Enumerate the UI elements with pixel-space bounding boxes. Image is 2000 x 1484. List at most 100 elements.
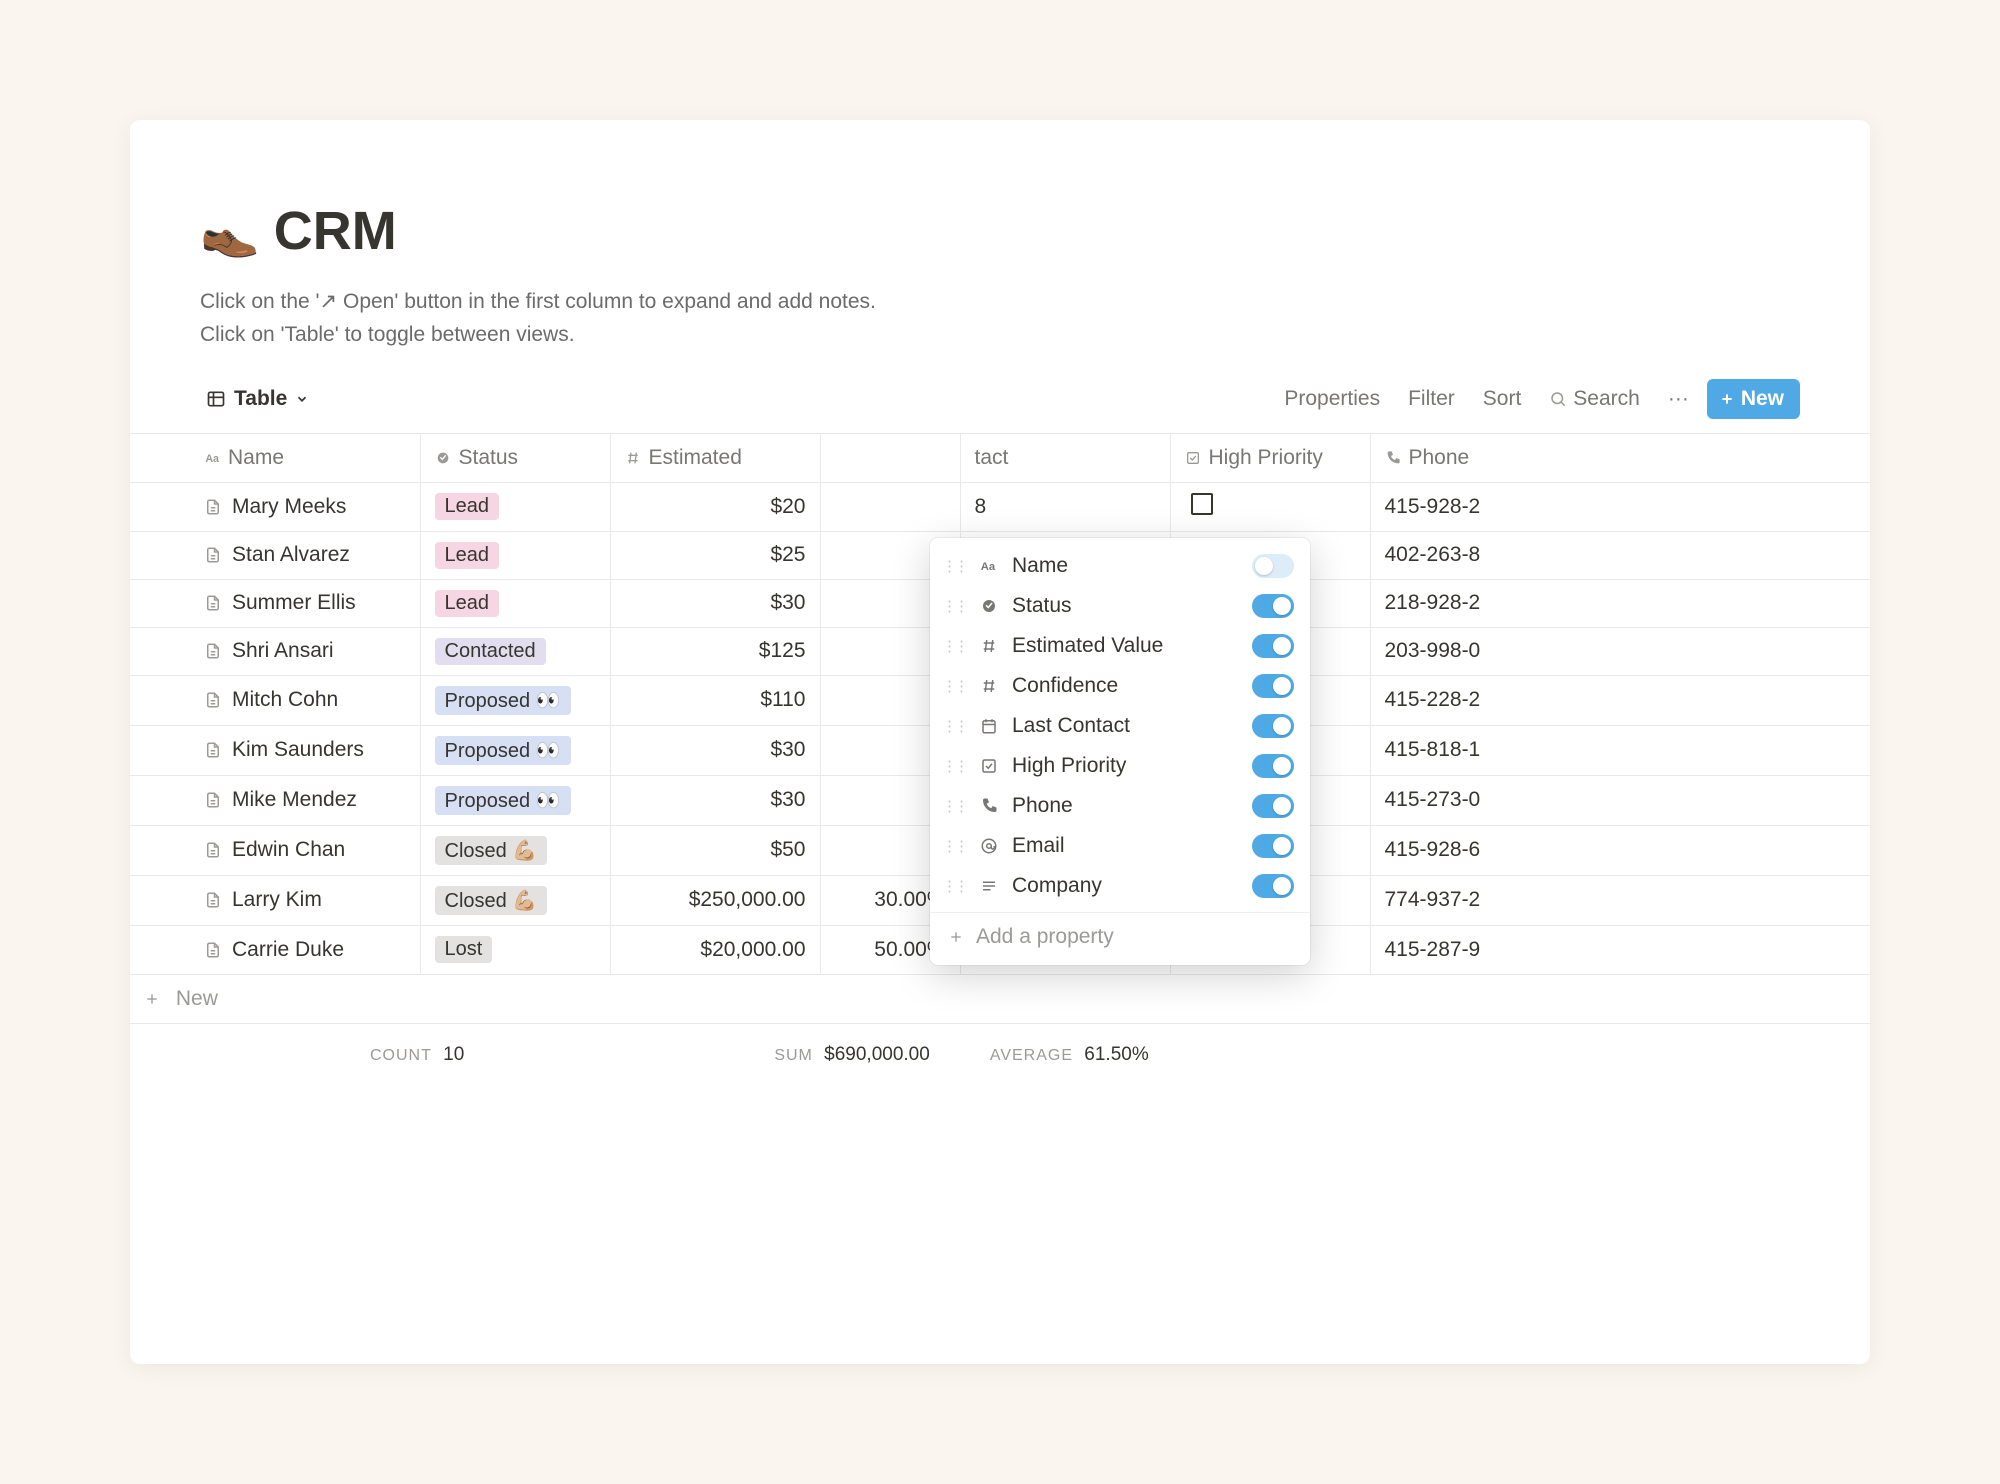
name-cell[interactable]: Edwin Chan bbox=[130, 825, 420, 875]
property-item[interactable]: ⋮⋮Confidence bbox=[930, 666, 1310, 706]
view-switcher[interactable]: Table bbox=[200, 381, 315, 417]
estimated-cell[interactable]: $125 bbox=[610, 627, 820, 675]
drag-handle-icon[interactable]: ⋮⋮ bbox=[942, 557, 966, 575]
properties-button[interactable]: Properties bbox=[1274, 381, 1390, 417]
property-toggle[interactable] bbox=[1252, 634, 1294, 658]
status-cell[interactable]: Lost bbox=[420, 925, 610, 974]
status-cell[interactable]: Contacted bbox=[420, 627, 610, 675]
column-label: Phone bbox=[1409, 446, 1470, 469]
property-toggle[interactable] bbox=[1252, 874, 1294, 898]
drag-handle-icon[interactable]: ⋮⋮ bbox=[942, 637, 966, 655]
status-cell[interactable]: Proposed 👀 bbox=[420, 675, 610, 725]
drag-handle-icon[interactable]: ⋮⋮ bbox=[942, 797, 966, 815]
property-item[interactable]: ⋮⋮ Last Contact bbox=[930, 706, 1310, 746]
name-cell[interactable]: Stan Alvarez bbox=[130, 531, 420, 579]
property-item[interactable]: ⋮⋮High Priority bbox=[930, 746, 1310, 786]
name-cell[interactable]: Kim Saunders bbox=[130, 725, 420, 775]
drag-handle-icon[interactable]: ⋮⋮ bbox=[942, 677, 966, 695]
estimated-cell[interactable]: $20 bbox=[610, 482, 820, 531]
drag-handle-icon[interactable]: ⋮⋮ bbox=[942, 837, 966, 855]
status-cell[interactable]: Proposed 👀 bbox=[420, 725, 610, 775]
property-toggle[interactable] bbox=[1252, 834, 1294, 858]
name-cell[interactable]: Carrie Duke bbox=[130, 925, 420, 974]
phone-cell[interactable]: 415-928-6 bbox=[1370, 825, 1870, 875]
phone-cell[interactable]: 415-818-1 bbox=[1370, 725, 1870, 775]
phone-cell[interactable]: 415-228-2 bbox=[1370, 675, 1870, 725]
property-toggle[interactable] bbox=[1252, 594, 1294, 618]
property-toggle[interactable] bbox=[1252, 674, 1294, 698]
status-cell[interactable]: Lead bbox=[420, 482, 610, 531]
status-cell[interactable]: Lead bbox=[420, 531, 610, 579]
property-toggle[interactable] bbox=[1252, 554, 1294, 578]
estimated-cell[interactable]: $110 bbox=[610, 675, 820, 725]
name-cell[interactable]: Mike Mendez bbox=[130, 775, 420, 825]
contact-cell[interactable]: 8 bbox=[960, 482, 1170, 531]
property-toggle[interactable] bbox=[1252, 754, 1294, 778]
column-header-priority[interactable]: High Priority bbox=[1170, 434, 1370, 482]
app-window: 👞 CRM Click on the '↗ Open' button in th… bbox=[130, 120, 1870, 1364]
estimated-cell[interactable]: $30 bbox=[610, 579, 820, 627]
estimated-cell[interactable]: $30 bbox=[610, 725, 820, 775]
phone-cell[interactable]: 415-928-2 bbox=[1370, 482, 1870, 531]
page-icon bbox=[204, 941, 222, 959]
database-toolbar: Table Properties Filter Sort Search ··· … bbox=[130, 379, 1870, 433]
property-label: Last Contact bbox=[1012, 714, 1240, 738]
property-item[interactable]: ⋮⋮Estimated Value bbox=[930, 626, 1310, 666]
text-icon: Aa bbox=[978, 557, 1000, 575]
name-text: Carrie Duke bbox=[232, 938, 344, 961]
drag-handle-icon[interactable]: ⋮⋮ bbox=[942, 597, 966, 615]
estimated-cell[interactable]: $20,000.00 bbox=[610, 925, 820, 974]
column-header-contact[interactable]: tact bbox=[960, 434, 1170, 482]
column-header-confidence[interactable] bbox=[820, 434, 960, 482]
phone-cell[interactable]: 402-263-8 bbox=[1370, 531, 1870, 579]
property-item[interactable]: ⋮⋮Phone bbox=[930, 786, 1310, 826]
new-row[interactable]: New bbox=[130, 974, 1870, 1023]
phone-cell[interactable]: 218-928-2 bbox=[1370, 579, 1870, 627]
property-item[interactable]: ⋮⋮Company bbox=[930, 866, 1310, 906]
column-header-name[interactable]: AaName bbox=[130, 434, 420, 482]
phone-cell[interactable]: 203-998-0 bbox=[1370, 627, 1870, 675]
sort-button[interactable]: Sort bbox=[1473, 381, 1532, 417]
estimated-cell[interactable]: $25 bbox=[610, 531, 820, 579]
column-header-phone[interactable]: Phone bbox=[1370, 434, 1870, 482]
drag-handle-icon[interactable]: ⋮⋮ bbox=[942, 757, 966, 775]
filter-button[interactable]: Filter bbox=[1398, 381, 1465, 417]
name-text: Larry Kim bbox=[232, 888, 322, 911]
status-cell[interactable]: Closed 💪🏼 bbox=[420, 825, 610, 875]
name-cell[interactable]: Mitch Cohn bbox=[130, 675, 420, 725]
phone-cell[interactable]: 415-287-9 bbox=[1370, 925, 1870, 974]
add-property-button[interactable]: Add a property bbox=[930, 912, 1310, 957]
name-text: Mitch Cohn bbox=[232, 688, 338, 711]
property-toggle[interactable] bbox=[1252, 794, 1294, 818]
confidence-cell[interactable] bbox=[820, 482, 960, 531]
drag-handle-icon[interactable]: ⋮⋮ bbox=[942, 877, 966, 895]
drag-handle-icon[interactable]: ⋮⋮ bbox=[942, 717, 966, 735]
property-item[interactable]: ⋮⋮Email bbox=[930, 826, 1310, 866]
more-button[interactable]: ··· bbox=[1658, 381, 1699, 417]
property-toggle[interactable] bbox=[1252, 714, 1294, 738]
property-item[interactable]: ⋮⋮AaName bbox=[930, 546, 1310, 586]
priority-checkbox[interactable] bbox=[1191, 493, 1213, 515]
status-cell[interactable]: Lead bbox=[420, 579, 610, 627]
name-cell[interactable]: Shri Ansari bbox=[130, 627, 420, 675]
search-button[interactable]: Search bbox=[1539, 381, 1650, 417]
phone-cell[interactable]: 774-937-2 bbox=[1370, 875, 1870, 925]
column-header-estimated[interactable]: Estimated bbox=[610, 434, 820, 482]
name-cell[interactable]: Mary Meeks bbox=[130, 482, 420, 531]
estimated-cell[interactable]: $30 bbox=[610, 775, 820, 825]
table-row[interactable]: Mary MeeksLead$20 8 415-928-2 bbox=[130, 482, 1870, 531]
name-cell[interactable]: Larry Kim bbox=[130, 875, 420, 925]
select-icon bbox=[435, 450, 451, 466]
column-header-status[interactable]: Status bbox=[420, 434, 610, 482]
phone-cell[interactable]: 415-273-0 bbox=[1370, 775, 1870, 825]
status-cell[interactable]: Closed 💪🏼 bbox=[420, 875, 610, 925]
new-button[interactable]: New bbox=[1707, 379, 1800, 419]
estimated-cell[interactable]: $50 bbox=[610, 825, 820, 875]
name-cell[interactable]: Summer Ellis bbox=[130, 579, 420, 627]
search-icon bbox=[1549, 390, 1567, 408]
priority-cell[interactable] bbox=[1170, 482, 1370, 531]
estimated-cell[interactable]: $250,000.00 bbox=[610, 875, 820, 925]
status-cell[interactable]: Proposed 👀 bbox=[420, 775, 610, 825]
property-item[interactable]: ⋮⋮Status bbox=[930, 586, 1310, 626]
page-icon bbox=[204, 498, 222, 516]
